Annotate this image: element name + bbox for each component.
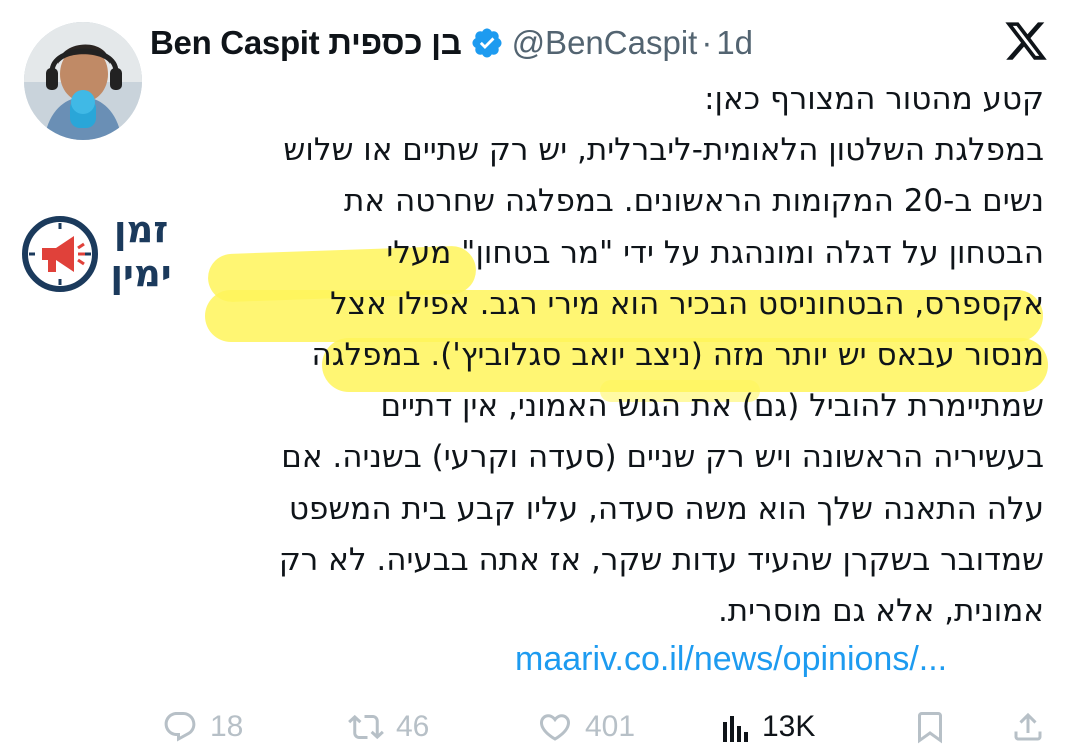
reply-count: 18 [210, 709, 244, 743]
tweet-header: Ben Caspit בן כספית @BenCaspit · 1d [150, 18, 990, 68]
tweet-text: קטע מהטור המצורף כאן: במפלגת השלטון הלאו… [144, 74, 1044, 637]
tweet-line: שמדובר בשקרן שהעיד עדות שקר, אז אתה בבעי… [278, 541, 1044, 578]
tweet-line: שמתיימרת להוביל (גם) את הגוש האמוני, אין… [380, 388, 1044, 425]
tweet-actions: 18 46 401 13K [0, 700, 1074, 753]
bookmark-icon [918, 711, 942, 743]
author-handle[interactable]: @BenCaspit [512, 24, 698, 62]
verified-badge-icon [472, 28, 502, 58]
watermark-line1: זמן [113, 208, 169, 251]
share-icon [1014, 712, 1042, 740]
repost-button[interactable]: 46 [348, 700, 429, 753]
reply-button[interactable]: 18 [162, 700, 243, 753]
tweet-line: אמונית, אלא גם מוסרית. [717, 593, 1044, 630]
x-logo-icon[interactable] [1003, 18, 1049, 64]
repost-count: 46 [396, 709, 430, 743]
views-icon [723, 715, 748, 742]
reply-icon [164, 711, 196, 742]
tweet-line: אקספרס, הבטחוניסט הבכיר הוא מירי רגב. אפ… [330, 285, 1044, 322]
separator-dot: · [701, 24, 713, 61]
tweet-line: עלה התאנה שלך הוא משה סעדה, עליו קבע בית… [288, 490, 1044, 527]
tweet-line: נשים ב-20 המקומות הראשונים. במפלגה שחרטה… [344, 183, 1044, 220]
views-button[interactable]: 13K [722, 700, 815, 753]
tweet-link[interactable]: maariv.co.il/news/opinions/... [515, 640, 947, 679]
avatar[interactable] [24, 22, 142, 140]
tweet-line: בעשיריה הראשונה ויש רק שניים (סעדה וקרעי… [281, 439, 1044, 476]
watermark-line2: ימין [110, 252, 172, 295]
avatar-image [24, 22, 142, 140]
tweet-line: מנסור עבאס יש יותר מזה (ניצב יואב סגלובי… [311, 337, 1044, 374]
megaphone-clock-icon [22, 216, 98, 292]
tweet-line: במפלגת השלטון הלאומית-ליברלית, יש רק שתי… [283, 132, 1044, 169]
like-icon [539, 713, 571, 741]
like-count: 401 [585, 709, 636, 743]
author-name[interactable]: Ben Caspit בן כספית [150, 24, 462, 62]
like-button[interactable]: 401 [537, 700, 635, 753]
tweet-line: הבטחון על דגלה ומונהגת על ידי "מר בטחון"… [386, 234, 1044, 271]
share-button[interactable] [1010, 700, 1058, 753]
views-count: 13K [762, 709, 816, 743]
bookmark-button[interactable] [912, 700, 960, 753]
repost-icon [348, 714, 384, 739]
tweet-line: קטע מהטור המצורף כאן: [704, 81, 1044, 117]
tweet-time[interactable]: 1d [716, 24, 753, 62]
watermark-logo: זמן ימין [20, 208, 185, 300]
